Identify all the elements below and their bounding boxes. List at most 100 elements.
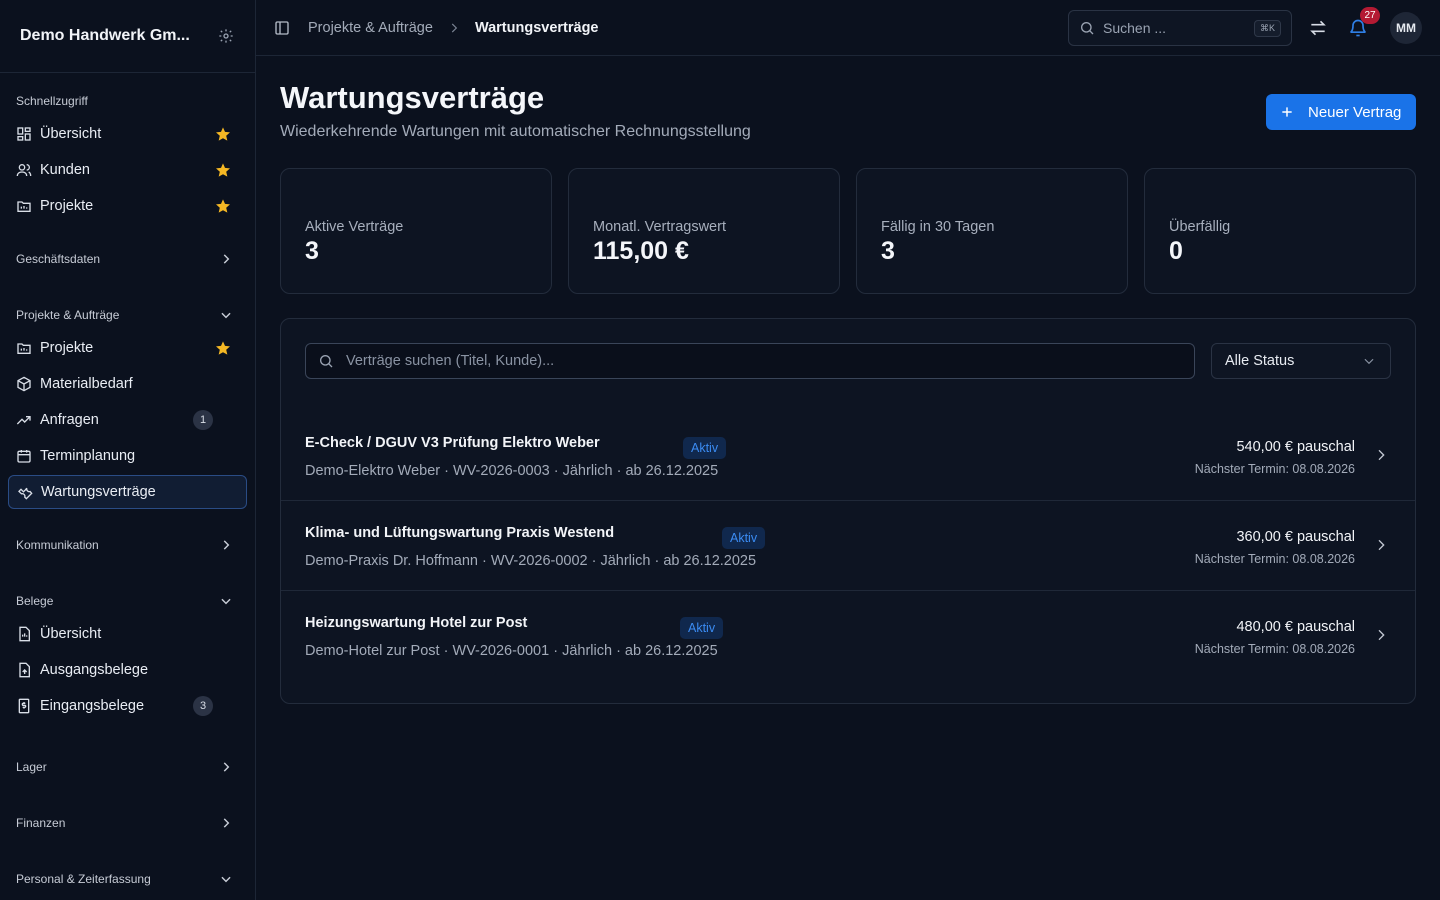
contracts-list: Verträge suchen (Titel, Kunde)... Alle S… [280,318,1416,704]
new-contract-label: Neuer Vertrag [1308,103,1402,121]
chevron-right-icon [219,760,233,774]
sidebar-item-material[interactable]: Materialbedarf [8,367,247,401]
receipt-icon [16,698,32,714]
chevron-right-icon[interactable] [1373,537,1389,553]
notification-badge: 27 [1360,7,1380,24]
avatar[interactable]: MM [1390,12,1422,44]
folder-icon [16,198,32,214]
stat-card-overdue: Überfällig 0 [1144,168,1416,294]
calendar-icon [16,448,32,464]
page-title: Wartungsverträge [280,80,545,115]
topbar: Projekte & Aufträge Wartungsverträge Suc… [256,0,1440,56]
breadcrumb-current: Wartungsverträge [474,19,599,36]
chevron-down-icon [219,308,233,322]
page-subtitle: Wiederkehrende Wartungen mit automatisch… [280,123,751,140]
sidebar-item-projects-quick[interactable]: Projekte [8,189,247,223]
new-contract-button[interactable]: Neuer Vertrag [1266,94,1416,130]
sidebar-item-overview[interactable]: Übersicht [8,117,247,151]
sidebar-item-label: Materialbedarf [40,376,133,392]
stat-card-active: Aktive Verträge 3 [280,168,552,294]
sidebar-item-docs-overview[interactable]: Übersicht [8,617,247,651]
sidebar-item-label: Projekte [40,198,94,214]
sidebar-item-incoming[interactable]: Eingangsbelege 3 [8,689,247,723]
contract-title: Heizungswartung Hotel zur Post [305,615,528,631]
sidebar-item-label: Projekte [40,340,94,356]
trending-up-icon [16,412,32,428]
contract-next-date: Nächster Termin: 08.08.2026 [1194,552,1355,566]
chevron-right-icon [219,538,233,552]
stats-row: Aktive Verträge 3 Monatl. Vertragswert 1… [280,168,1416,294]
sidebar-item-label: Eingangsbelege [40,698,145,714]
chevron-right-icon [219,816,233,830]
sidebar-item-outgoing[interactable]: Ausgangsbelege [8,653,247,687]
contract-price: 480,00 € pauschal [1236,619,1355,635]
contract-row[interactable]: Klima- und Lüftungswartung Praxis Westen… [281,501,1415,591]
sidebar-item-label: Wartungsverträge [41,484,156,500]
section-stock[interactable]: Lager [8,753,247,781]
contract-meta: Demo-Praxis Dr. Hoffmann · WV-2026-0002 … [305,553,757,569]
sidebar-item-label: Anfragen [40,412,99,428]
global-search[interactable]: Suchen ... ⌘K [1068,10,1292,46]
search-placeholder: Suchen ... [1103,20,1167,36]
contract-price: 360,00 € pauschal [1236,529,1355,545]
star-icon[interactable] [215,126,231,142]
stat-label: Überfällig [1169,219,1231,235]
contract-meta: Demo-Elektro Weber · WV-2026-0003 · Jähr… [305,463,719,479]
breadcrumb-parent[interactable]: Projekte & Aufträge [308,20,433,36]
chevron-right-icon [447,21,461,35]
stat-value: 3 [305,237,319,265]
file-up-icon [16,662,32,678]
contract-title: Klima- und Lüftungswartung Praxis Westen… [305,525,615,541]
stat-card-due-30: Fällig in 30 Tagen 3 [856,168,1128,294]
count-badge: 3 [193,696,213,716]
sidebar-header: Demo Handwerk Gm... [0,0,255,73]
contract-next-date: Nächster Termin: 08.08.2026 [1194,462,1355,476]
stat-label: Fällig in 30 Tagen [881,219,995,235]
sidebar-item-label: Übersicht [40,626,102,642]
sidebar-item-projects[interactable]: Projekte [8,331,247,365]
plus-icon [1280,105,1294,119]
company-name[interactable]: Demo Handwerk Gm... [20,27,190,45]
contract-meta: Demo-Hotel zur Post · WV-2026-0001 · Jäh… [305,643,718,659]
section-communication[interactable]: Kommunikation [8,531,247,559]
chevron-down-icon [1362,354,1376,368]
contract-search-input[interactable]: Verträge suchen (Titel, Kunde)... [305,343,1195,379]
stat-card-monthly-value: Monatl. Vertragswert 115,00 € [568,168,840,294]
wrench-icon [17,484,33,500]
section-business-data[interactable]: Geschäftsdaten [8,245,247,273]
contract-price: 540,00 € pauschal [1236,439,1355,455]
stat-label: Aktive Verträge [305,219,404,235]
stat-label: Monatl. Vertragswert [593,219,726,235]
sidebar-item-maintenance-contracts[interactable]: Wartungsverträge [8,475,247,509]
status-filter-select[interactable]: Alle Status [1211,343,1391,379]
gear-icon[interactable] [217,27,235,45]
section-personnel[interactable]: Personal & Zeiterfassung [8,865,247,893]
chevron-down-icon [219,594,233,608]
dashboard-icon [16,126,32,142]
switch-icon[interactable] [1308,18,1328,38]
stat-value: 3 [881,237,895,265]
section-projects-orders[interactable]: Projekte & Aufträge [8,301,247,329]
star-icon[interactable] [215,198,231,214]
file-chart-icon [16,626,32,642]
sidebar-item-scheduling[interactable]: Terminplanung [8,439,247,473]
sidebar-item-label: Übersicht [40,126,102,142]
sidebar-item-label: Kunden [40,162,90,178]
sidebar-item-requests[interactable]: Anfragen 1 [8,403,247,437]
chevron-down-icon [219,872,233,886]
star-icon[interactable] [215,340,231,356]
star-icon[interactable] [215,162,231,178]
section-documents[interactable]: Belege [8,587,247,615]
chevron-right-icon[interactable] [1373,447,1389,463]
count-badge: 1 [193,410,213,430]
section-quick-access: Schnellzugriff [16,94,88,108]
contract-row[interactable]: Heizungswartung Hotel zur Post Aktiv Dem… [281,591,1415,681]
sidebar-item-customers[interactable]: Kunden [8,153,247,187]
sidebar-toggle-icon[interactable] [274,20,290,36]
chevron-right-icon[interactable] [1373,627,1389,643]
contract-next-date: Nächster Termin: 08.08.2026 [1194,642,1355,656]
section-finance[interactable]: Finanzen [8,809,247,837]
contract-row[interactable]: E-Check / DGUV V3 Prüfung Elektro Weber … [281,411,1415,501]
status-badge: Aktiv [722,527,766,549]
sidebar-item-label: Ausgangsbelege [40,662,149,678]
